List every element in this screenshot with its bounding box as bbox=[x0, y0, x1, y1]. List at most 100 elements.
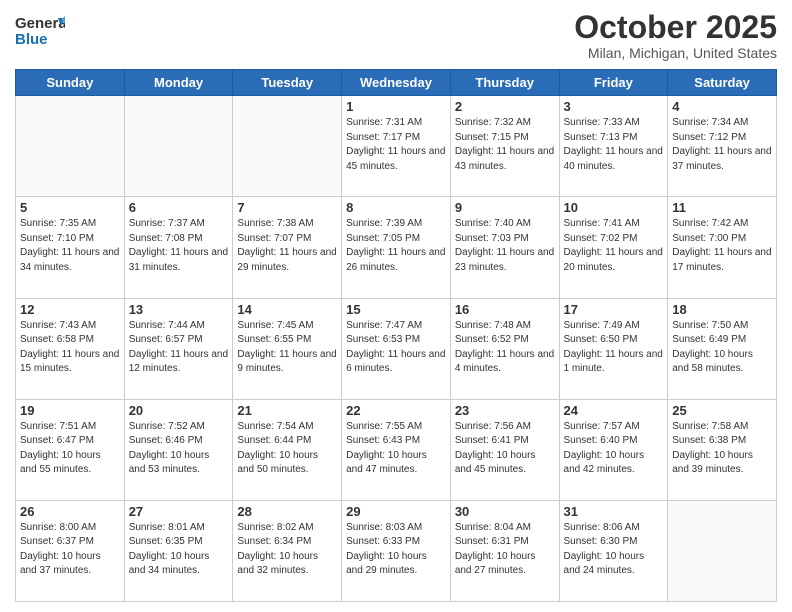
table-row: 28Sunrise: 8:02 AMSunset: 6:34 PMDayligh… bbox=[233, 500, 342, 601]
col-monday: Monday bbox=[124, 70, 233, 96]
calendar-table: Sunday Monday Tuesday Wednesday Thursday… bbox=[15, 69, 777, 602]
table-row: 15Sunrise: 7:47 AMSunset: 6:53 PMDayligh… bbox=[342, 298, 451, 399]
day-number: 14 bbox=[237, 302, 337, 317]
table-row bbox=[16, 96, 125, 197]
day-number: 9 bbox=[455, 200, 555, 215]
header: General Blue October 2025 Milan, Michiga… bbox=[15, 10, 777, 61]
day-number: 8 bbox=[346, 200, 446, 215]
day-info: Sunrise: 8:04 AMSunset: 6:31 PMDaylight:… bbox=[455, 521, 555, 579]
day-number: 13 bbox=[129, 302, 229, 317]
calendar-header-row: Sunday Monday Tuesday Wednesday Thursday… bbox=[16, 70, 777, 96]
calendar-week-row: 19Sunrise: 7:51 AMSunset: 6:47 PMDayligh… bbox=[16, 399, 777, 500]
day-number: 27 bbox=[129, 504, 229, 519]
svg-text:Blue: Blue bbox=[15, 31, 48, 48]
page: General Blue October 2025 Milan, Michiga… bbox=[0, 0, 792, 612]
table-row: 18 Sunrise: 7:50 AMSunset: 6:49 PMDayligh… bbox=[668, 298, 777, 399]
col-saturday: Saturday bbox=[668, 70, 777, 96]
calendar-week-row: 5Sunrise: 7:35 AMSunset: 7:10 PMDaylight… bbox=[16, 197, 777, 298]
day-number: 11 bbox=[672, 200, 772, 215]
table-row: 20Sunrise: 7:52 AMSunset: 6:46 PMDayligh… bbox=[124, 399, 233, 500]
day-number: 17 bbox=[564, 302, 664, 317]
day-info: Sunrise: 7:56 AMSunset: 6:41 PMDaylight:… bbox=[455, 420, 555, 478]
logo-icon: General Blue bbox=[15, 10, 65, 50]
table-row: 23Sunrise: 7:56 AMSunset: 6:41 PMDayligh… bbox=[450, 399, 559, 500]
day-info: Sunrise: 8:01 AMSunset: 6:35 PMDaylight:… bbox=[129, 521, 229, 579]
day-number: 4 bbox=[672, 99, 772, 114]
table-row: 3 Sunrise: 7:33 AMSunset: 7:13 PMDaylight… bbox=[559, 96, 668, 197]
table-row: 30 Sunrise: 8:04 AMSunset: 6:31 PMDayligh… bbox=[450, 500, 559, 601]
calendar-week-row: 12 Sunrise: 7:43 AMSunset: 6:58 PMDayligh… bbox=[16, 298, 777, 399]
table-row: 31 Sunrise: 8:06 AMSunset: 6:30 PMDayligh… bbox=[559, 500, 668, 601]
table-row: 6Sunrise: 7:37 AMSunset: 7:08 PMDaylight… bbox=[124, 197, 233, 298]
day-number: 18 bbox=[672, 302, 772, 317]
day-info: Sunrise: 7:41 AMSunset: 7:02 PMDaylight:… bbox=[564, 217, 664, 275]
day-number: 26 bbox=[20, 504, 120, 519]
day-number: 2 bbox=[455, 99, 555, 114]
col-thursday: Thursday bbox=[450, 70, 559, 96]
day-info: Sunrise: 7:40 AMSunset: 7:03 PMDaylight:… bbox=[455, 217, 555, 275]
month-title: October 2025 bbox=[574, 10, 777, 45]
col-sunday: Sunday bbox=[16, 70, 125, 96]
table-row: 9 Sunrise: 7:40 AMSunset: 7:03 PMDaylight… bbox=[450, 197, 559, 298]
table-row bbox=[668, 500, 777, 601]
day-number: 12 bbox=[20, 302, 120, 317]
day-number: 21 bbox=[237, 403, 337, 418]
day-number: 20 bbox=[129, 403, 229, 418]
table-row: 26 Sunrise: 8:00 AMSunset: 6:37 PMDayligh… bbox=[16, 500, 125, 601]
table-row bbox=[233, 96, 342, 197]
table-row: 22Sunrise: 7:55 AMSunset: 6:43 PMDayligh… bbox=[342, 399, 451, 500]
table-row bbox=[124, 96, 233, 197]
day-info: Sunrise: 7:38 AMSunset: 7:07 PMDaylight:… bbox=[237, 217, 337, 275]
calendar-week-row: 1Sunrise: 7:31 AMSunset: 7:17 PMDaylight… bbox=[16, 96, 777, 197]
day-number: 16 bbox=[455, 302, 555, 317]
day-info: Sunrise: 7:58 AMSunset: 6:38 PMDaylight:… bbox=[672, 420, 772, 478]
day-info: Sunrise: 7:33 AMSunset: 7:13 PMDaylight:… bbox=[564, 116, 664, 174]
table-row: 25 Sunrise: 7:58 AMSunset: 6:38 PMDayligh… bbox=[668, 399, 777, 500]
day-info: Sunrise: 7:43 AMSunset: 6:58 PMDaylight:… bbox=[20, 319, 120, 377]
day-number: 10 bbox=[564, 200, 664, 215]
table-row: 21Sunrise: 7:54 AMSunset: 6:44 PMDayligh… bbox=[233, 399, 342, 500]
table-row: 2 Sunrise: 7:32 AMSunset: 7:15 PMDaylight… bbox=[450, 96, 559, 197]
day-number: 30 bbox=[455, 504, 555, 519]
day-info: Sunrise: 7:49 AMSunset: 6:50 PMDaylight:… bbox=[564, 319, 664, 377]
title-area: October 2025 Milan, Michigan, United Sta… bbox=[574, 10, 777, 61]
location: Milan, Michigan, United States bbox=[574, 45, 777, 61]
table-row: 19Sunrise: 7:51 AMSunset: 6:47 PMDayligh… bbox=[16, 399, 125, 500]
day-number: 15 bbox=[346, 302, 446, 317]
day-info: Sunrise: 7:32 AMSunset: 7:15 PMDaylight:… bbox=[455, 116, 555, 174]
day-info: Sunrise: 7:55 AMSunset: 6:43 PMDaylight:… bbox=[346, 420, 446, 478]
table-row: 29Sunrise: 8:03 AMSunset: 6:33 PMDayligh… bbox=[342, 500, 451, 601]
day-info: Sunrise: 7:57 AMSunset: 6:40 PMDaylight:… bbox=[564, 420, 664, 478]
day-info: Sunrise: 7:34 AMSunset: 7:12 PMDaylight:… bbox=[672, 116, 772, 174]
table-row: 13 Sunrise: 7:44 AMSunset: 6:57 PMDayligh… bbox=[124, 298, 233, 399]
day-info: Sunrise: 7:50 AMSunset: 6:49 PMDaylight:… bbox=[672, 319, 772, 377]
day-info: Sunrise: 7:39 AMSunset: 7:05 PMDaylight:… bbox=[346, 217, 446, 275]
col-wednesday: Wednesday bbox=[342, 70, 451, 96]
day-number: 28 bbox=[237, 504, 337, 519]
table-row: 17 Sunrise: 7:49 AMSunset: 6:50 PMDayligh… bbox=[559, 298, 668, 399]
day-info: Sunrise: 7:31 AMSunset: 7:17 PMDaylight:… bbox=[346, 116, 446, 174]
day-number: 3 bbox=[564, 99, 664, 114]
day-info: Sunrise: 8:03 AMSunset: 6:33 PMDaylight:… bbox=[346, 521, 446, 579]
day-number: 7 bbox=[237, 200, 337, 215]
day-info: Sunrise: 8:00 AMSunset: 6:37 PMDaylight:… bbox=[20, 521, 120, 579]
day-info: Sunrise: 7:35 AMSunset: 7:10 PMDaylight:… bbox=[20, 217, 120, 275]
day-info: Sunrise: 7:51 AMSunset: 6:47 PMDaylight:… bbox=[20, 420, 120, 478]
table-row: 24Sunrise: 7:57 AMSunset: 6:40 PMDayligh… bbox=[559, 399, 668, 500]
day-info: Sunrise: 7:37 AMSunset: 7:08 PMDaylight:… bbox=[129, 217, 229, 275]
day-info: Sunrise: 8:06 AMSunset: 6:30 PMDaylight:… bbox=[564, 521, 664, 579]
day-info: Sunrise: 7:45 AMSunset: 6:55 PMDaylight:… bbox=[237, 319, 337, 377]
table-row: 7 Sunrise: 7:38 AMSunset: 7:07 PMDaylight… bbox=[233, 197, 342, 298]
day-number: 25 bbox=[672, 403, 772, 418]
day-info: Sunrise: 7:44 AMSunset: 6:57 PMDaylight:… bbox=[129, 319, 229, 377]
calendar-week-row: 26 Sunrise: 8:00 AMSunset: 6:37 PMDayligh… bbox=[16, 500, 777, 601]
table-row: 14 Sunrise: 7:45 AMSunset: 6:55 PMDayligh… bbox=[233, 298, 342, 399]
table-row: 16 Sunrise: 7:48 AMSunset: 6:52 PMDayligh… bbox=[450, 298, 559, 399]
col-tuesday: Tuesday bbox=[233, 70, 342, 96]
svg-text:General: General bbox=[15, 15, 65, 32]
table-row: 11Sunrise: 7:42 AMSunset: 7:00 PMDayligh… bbox=[668, 197, 777, 298]
table-row: 27 Sunrise: 8:01 AMSunset: 6:35 PMDayligh… bbox=[124, 500, 233, 601]
table-row: 1Sunrise: 7:31 AMSunset: 7:17 PMDaylight… bbox=[342, 96, 451, 197]
day-info: Sunrise: 7:48 AMSunset: 6:52 PMDaylight:… bbox=[455, 319, 555, 377]
day-number: 31 bbox=[564, 504, 664, 519]
